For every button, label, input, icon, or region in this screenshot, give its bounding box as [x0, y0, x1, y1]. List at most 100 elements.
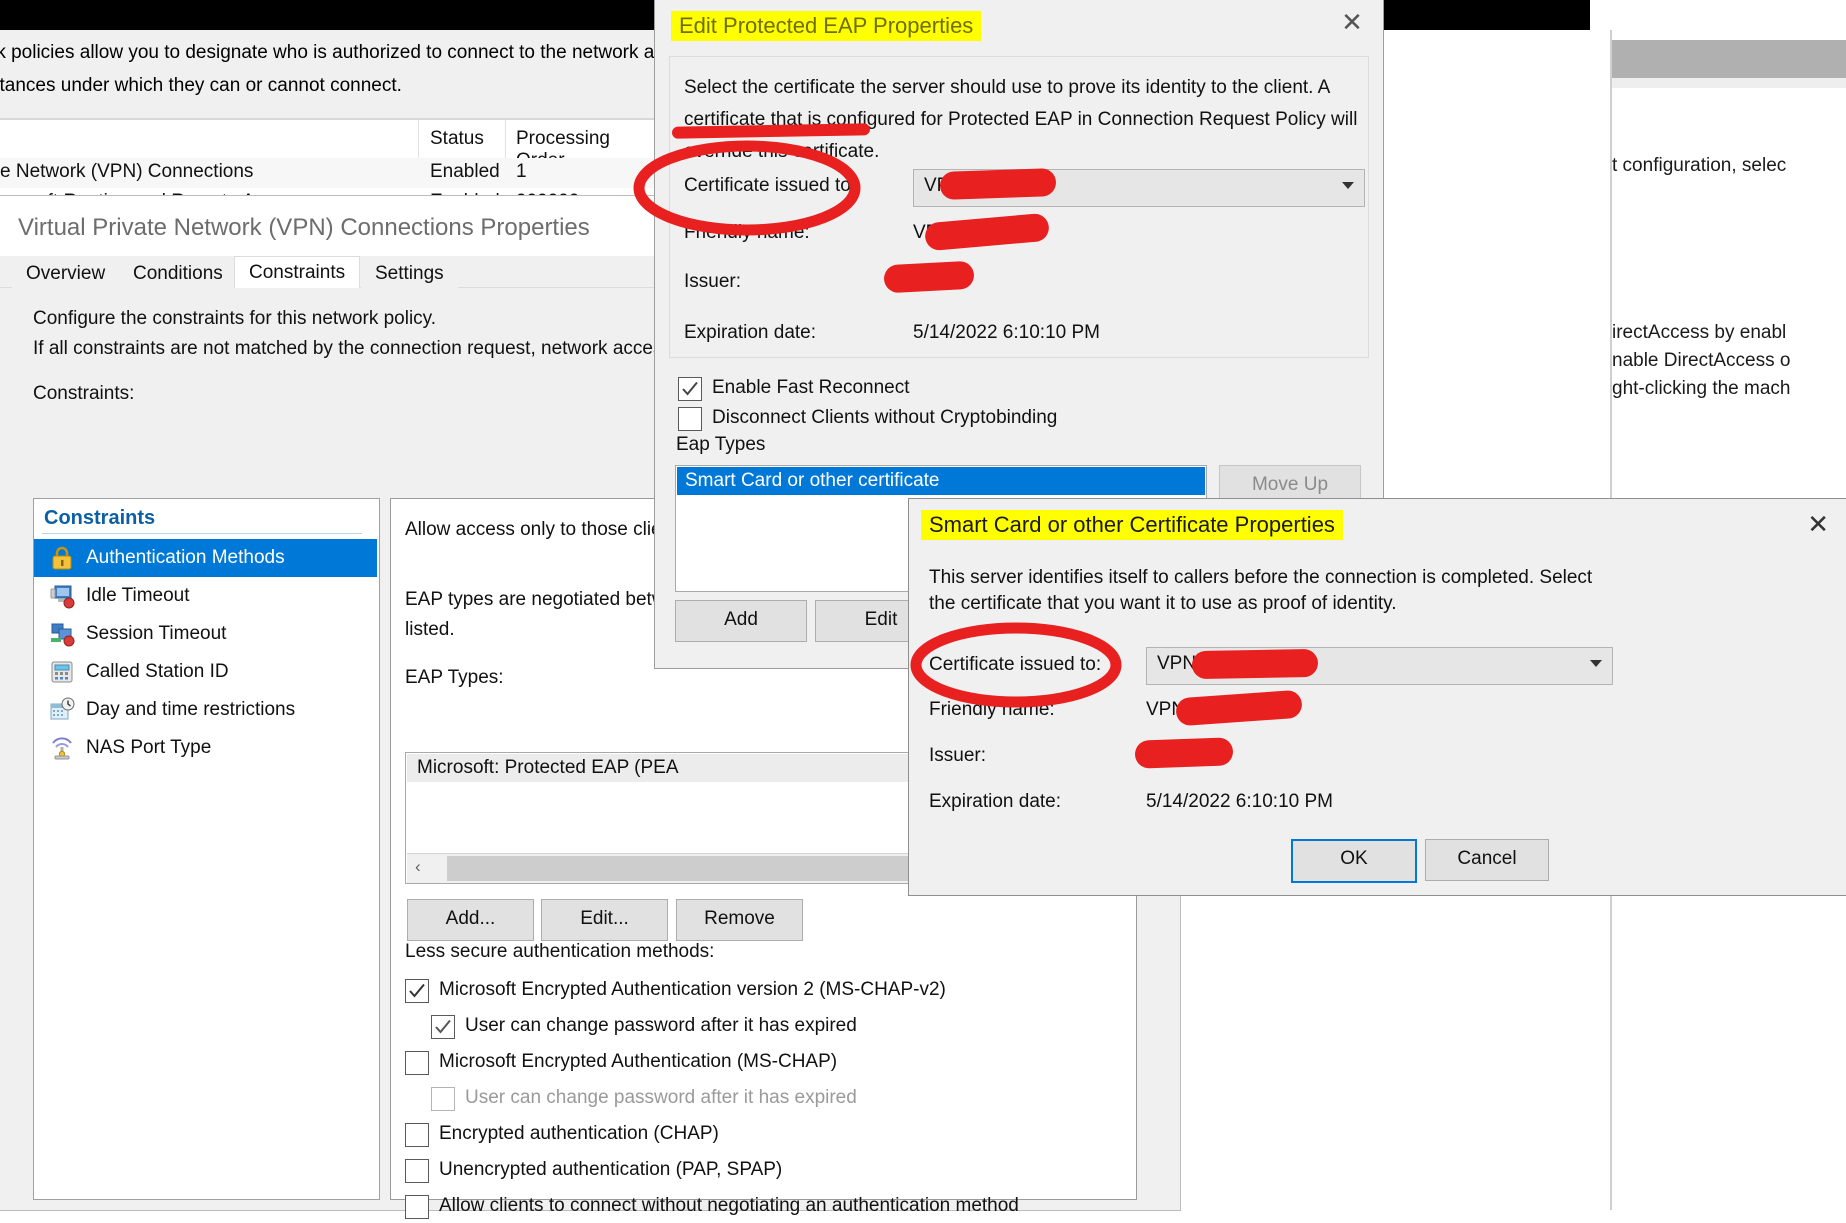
chevron-down-icon[interactable] — [1590, 660, 1602, 667]
lock-icon — [48, 545, 76, 571]
eap-negotiated-line-1: EAP types are negotiated betwe — [405, 589, 677, 610]
eap-negotiated-line-2: listed. — [405, 619, 455, 640]
checkbox-label: User can change password after it has ex… — [465, 1087, 857, 1108]
less-secure-methods-label: Less secure authentication methods: — [405, 941, 715, 962]
eap-types-group-label: Eap Types — [676, 434, 766, 455]
list-item-selected[interactable]: Smart Card or other certificate — [677, 467, 1205, 495]
policy-description-line-1: rk policies allow you to designate who i… — [0, 42, 697, 63]
eap-intro-line-1: Select the certificate the server should… — [684, 77, 1331, 98]
background-right-text-3: nable DirectAccess o — [1612, 350, 1791, 371]
checkbox-allow-without-negotiation[interactable] — [405, 1195, 429, 1219]
checkbox-label: Encrypted authentication (CHAP) — [439, 1123, 719, 1144]
smartcard-dialog-title: Smart Card or other Certificate Properti… — [921, 510, 1343, 540]
column-divider — [505, 120, 506, 158]
smartcard-intro-line-1: This server identifies itself to callers… — [929, 567, 1593, 588]
cancel-button[interactable]: Cancel — [1425, 839, 1549, 881]
constraints-list[interactable]: Constraints Authentication Methods Idle … — [33, 498, 380, 1200]
label-issuer: Issuer: — [684, 271, 742, 292]
header-underline — [42, 533, 362, 534]
policies-table-header: Status Processing Order — [0, 120, 660, 171]
value-expiration-date: 5/14/2022 6:10:10 PM — [913, 322, 1100, 343]
policy-description-pane: rk policies allow you to designate who i… — [0, 30, 697, 118]
redaction-mark — [883, 260, 975, 294]
background-right-text-2: irectAccess by enabl — [1612, 322, 1787, 343]
constraints-intro-line-1: Configure the constraints for this netwo… — [33, 308, 437, 329]
sidebar-item-authentication-methods[interactable]: Authentication Methods — [34, 539, 377, 577]
policy-description-line-2: stances under which they can or cannot c… — [0, 75, 402, 96]
table-row[interactable]: e Network (VPN) Connections Enabled 1 — [0, 158, 660, 188]
sidebar-item-label: Session Timeout — [86, 623, 227, 644]
sidebar-item-nas-port-type[interactable]: NAS Port Type — [34, 729, 377, 767]
smartcard-intro-line-2: the certificate that you want it to use … — [929, 593, 1397, 614]
chevron-down-icon[interactable] — [1342, 182, 1354, 189]
sidebar-item-called-station-id[interactable]: Called Station ID — [34, 653, 377, 691]
label-issuer: Issuer: — [929, 745, 987, 766]
sidebar-item-label: Idle Timeout — [86, 585, 190, 606]
sidebar-item-label: Called Station ID — [86, 661, 229, 682]
allow-access-text: Allow access only to those client — [405, 519, 678, 540]
certificate-issued-to-value: VPN — [1157, 653, 1197, 674]
close-icon[interactable]: ✕ — [1335, 8, 1369, 38]
sidebar-item-label: Day and time restrictions — [86, 699, 296, 720]
add-eap-type-button[interactable]: Add... — [407, 899, 534, 941]
remove-eap-type-button[interactable]: Remove — [676, 899, 803, 941]
label-expiration-date: Expiration date: — [684, 322, 817, 343]
tab-overview[interactable]: Overview — [12, 260, 120, 288]
redaction-mark — [1191, 648, 1319, 680]
checkbox-user-can-change-password[interactable] — [431, 1087, 455, 1111]
idle-timeout-icon — [48, 583, 76, 609]
column-header-status[interactable]: Status — [430, 128, 484, 150]
redaction-mark — [939, 167, 1057, 201]
checkbox-label: Unencrypted authentication (PAP, SPAP) — [439, 1159, 783, 1180]
tab-conditions[interactable]: Conditions — [119, 260, 237, 288]
list-item-label: Smart Card or other certificate — [685, 470, 940, 491]
list-item-label: Microsoft: Protected EAP (PEA — [417, 757, 679, 778]
checkbox-enable-fast-reconnect[interactable] — [678, 377, 702, 401]
checkbox-label: User can change password after it has ex… — [465, 1015, 857, 1036]
constraints-list-header: Constraints — [44, 507, 156, 529]
add-button[interactable]: Add — [675, 600, 807, 642]
calendar-clock-icon — [48, 697, 76, 723]
sidebar-item-idle-timeout[interactable]: Idle Timeout — [34, 577, 377, 615]
checkbox-label: Disconnect Clients without Cryptobinding — [712, 407, 1058, 428]
ok-button[interactable]: OK — [1291, 839, 1417, 883]
checkbox-mschapv2[interactable] — [405, 979, 429, 1003]
checkbox-pap-spap[interactable] — [405, 1159, 429, 1183]
vpn-window-title: Virtual Private Network (VPN) Connection… — [18, 214, 590, 241]
tab-settings[interactable]: Settings — [361, 260, 458, 288]
annotation-ellipse-certificate-issued-to-eap — [633, 140, 861, 236]
close-icon[interactable]: ✕ — [1807, 509, 1829, 540]
constraints-list-label: Constraints: — [33, 383, 135, 404]
checkbox-mschap[interactable] — [405, 1051, 429, 1075]
constraints-intro-line-2: If all constraints are not matched by th… — [33, 338, 707, 359]
sidebar-item-day-time-restrictions[interactable]: Day and time restrictions — [34, 691, 377, 729]
checkbox-label: Microsoft Encrypted Authentication (MS-C… — [439, 1051, 838, 1072]
background-right-text-4: ght-clicking the mach — [1612, 378, 1791, 399]
edit-eap-type-button[interactable]: Edit... — [541, 899, 668, 941]
right-pane-subheader-bar — [1612, 78, 1846, 88]
annotation-ellipse-certificate-issued-to-smartcard — [910, 622, 1122, 708]
background-right-text-1: t configuration, selec — [1612, 155, 1787, 176]
eap-dialog-title: Edit Protected EAP Properties — [671, 11, 982, 41]
checkbox-label: Microsoft Encrypted Authentication versi… — [439, 979, 946, 1000]
checkbox-chap[interactable] — [405, 1123, 429, 1147]
called-station-icon — [48, 659, 76, 685]
tab-constraints[interactable]: Constraints — [234, 256, 361, 289]
checkbox-label: Enable Fast Reconnect — [712, 377, 910, 398]
scroll-left-icon[interactable]: ‹ — [415, 857, 421, 877]
sidebar-item-label: Authentication Methods — [86, 547, 285, 568]
checkbox-disconnect-without-cryptobinding[interactable] — [678, 407, 702, 431]
checkbox-user-can-change-password-v2[interactable] — [431, 1015, 455, 1039]
row-status: Enabled — [430, 161, 500, 182]
value-expiration-date: 5/14/2022 6:10:10 PM — [1146, 791, 1333, 812]
redaction-mark — [1134, 737, 1234, 769]
row-processing-order: 1 — [516, 161, 527, 182]
row-policy-name: e Network (VPN) Connections — [0, 161, 254, 182]
column-divider — [418, 120, 419, 158]
nas-port-icon — [48, 735, 76, 761]
sidebar-item-session-timeout[interactable]: Session Timeout — [34, 615, 377, 653]
session-timeout-icon — [48, 621, 76, 647]
sidebar-item-label: NAS Port Type — [86, 737, 212, 758]
checkbox-label: Allow clients to connect without negotia… — [439, 1195, 1019, 1216]
policies-table: Status Processing Order e Network (VPN) … — [0, 120, 660, 212]
